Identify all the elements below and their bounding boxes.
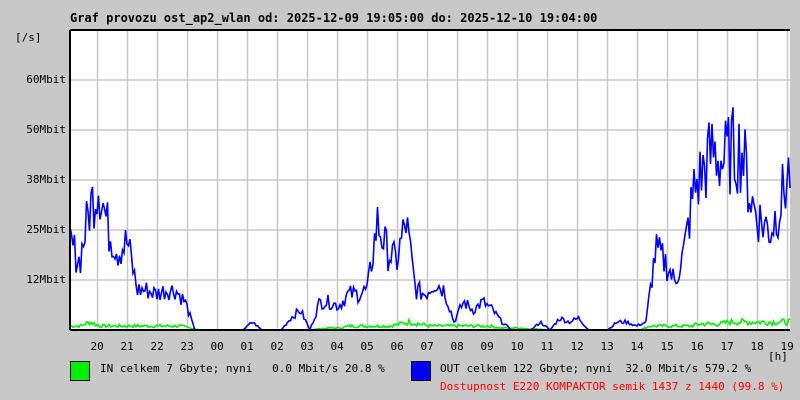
traffic-graph: Graf provozu ost_ap2_wlan od: 2025-12-09… bbox=[0, 0, 800, 400]
x-tick-label: 05 bbox=[360, 340, 374, 353]
x-tick-label: 17 bbox=[720, 340, 734, 353]
x-tick-label: 23 bbox=[180, 340, 194, 353]
y-tick-label: 25Mbit bbox=[26, 223, 66, 236]
y-tick-label: 12Mbit bbox=[26, 273, 66, 286]
x-tick-label: 19 bbox=[780, 340, 794, 353]
x-tick-label: 11 bbox=[540, 340, 554, 353]
y-tick-label: 50Mbit bbox=[26, 123, 66, 136]
x-tick-label: 09 bbox=[480, 340, 494, 353]
y-tick-label: 60Mbit bbox=[26, 73, 66, 86]
legend-out-text: OUT celkem 122 Gbyte; nyní 32.0 Mbit/s 5… bbox=[440, 362, 752, 375]
x-tick-label: 03 bbox=[300, 340, 314, 353]
x-tick-label: 12 bbox=[570, 340, 584, 353]
x-tick-label: 20 bbox=[90, 340, 104, 353]
x-tick-label: 14 bbox=[630, 340, 644, 353]
x-tick-label: 06 bbox=[390, 340, 404, 353]
availability-text: Dostupnost E220 KOMPAKTOR semik 1437 z 1… bbox=[440, 380, 785, 393]
x-tick-label: 01 bbox=[240, 340, 254, 353]
x-tick-label: 13 bbox=[600, 340, 614, 353]
x-tick-label: 00 bbox=[210, 340, 224, 353]
legend-in-swatch bbox=[70, 361, 90, 381]
legend-out-swatch bbox=[411, 361, 431, 381]
x-tick-label: 22 bbox=[150, 340, 164, 353]
x-tick-label: 02 bbox=[270, 340, 284, 353]
legend-in-text: IN celkem 7 Gbyte; nyní 0.0 Mbit/s 20.8 … bbox=[100, 362, 385, 375]
x-tick-label: 18 bbox=[750, 340, 764, 353]
x-tick-label: 04 bbox=[330, 340, 344, 353]
x-tick-label: 16 bbox=[690, 340, 704, 353]
x-tick-label: 08 bbox=[450, 340, 464, 353]
x-tick-label: 15 bbox=[660, 340, 674, 353]
x-tick-label: 21 bbox=[120, 340, 134, 353]
y-tick-label: 38Mbit bbox=[26, 173, 66, 186]
x-tick-label: 07 bbox=[420, 340, 434, 353]
x-tick-label: 10 bbox=[510, 340, 524, 353]
